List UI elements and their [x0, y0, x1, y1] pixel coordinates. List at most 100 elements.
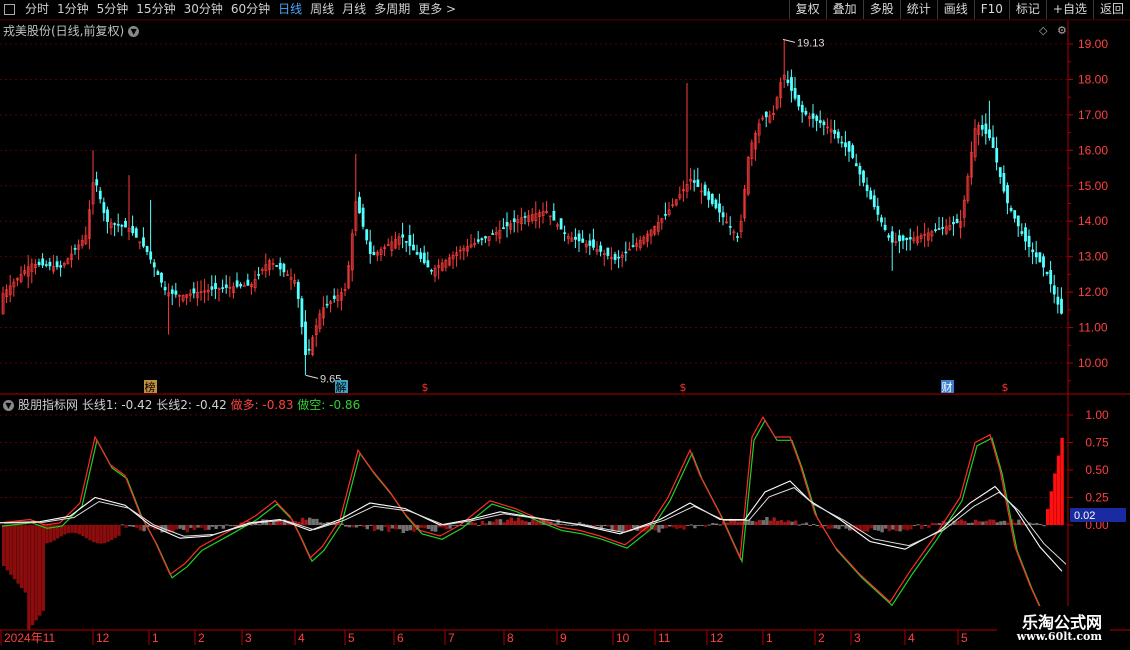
- candle-body: [1052, 285, 1056, 295]
- candle-body: [1027, 235, 1031, 248]
- histogram-bar: [390, 525, 395, 529]
- chevron-down-icon[interactable]: ▼: [3, 400, 14, 411]
- histogram-bar: [380, 525, 384, 531]
- histogram-bar: [970, 522, 974, 525]
- candle-body: [1002, 173, 1006, 192]
- candle-body: [1031, 249, 1035, 253]
- histogram-bar: [999, 521, 1003, 525]
- candle-body: [905, 237, 909, 241]
- x-axis-label: 1: [766, 631, 773, 645]
- histogram-bar: [603, 525, 607, 527]
- histogram-bar: [257, 524, 261, 526]
- histogram-bar: [344, 525, 348, 527]
- histogram-bar: [102, 525, 107, 544]
- histogram-bar: [426, 525, 431, 529]
- candle-body: [102, 202, 106, 214]
- histogram-bar: [880, 525, 884, 533]
- candle-body: [872, 195, 876, 208]
- histogram-bar: [696, 525, 701, 527]
- candle-body: [1006, 185, 1009, 204]
- candle-body: [304, 321, 307, 356]
- candle-body: [991, 137, 995, 149]
- candle-body: [941, 227, 945, 229]
- candle-body: [887, 235, 891, 238]
- candle-body: [523, 216, 527, 218]
- candle-body: [156, 271, 160, 275]
- price-tick-label: 16.00: [1078, 143, 1108, 157]
- candle-body: [980, 125, 984, 130]
- candle-body: [563, 232, 567, 234]
- candle-body: [876, 205, 880, 215]
- candle-body: [1038, 252, 1042, 263]
- event-marker: 财: [942, 380, 953, 394]
- histogram-bar: [786, 520, 791, 525]
- candle-body: [1013, 210, 1017, 219]
- candle-body: [552, 210, 556, 221]
- histogram-bar: [203, 525, 207, 531]
- indicator-name: 股朋指标网: [18, 398, 79, 412]
- candle-body: [833, 129, 837, 134]
- indicator-value: 做空: -0.86: [293, 398, 361, 412]
- candle-body: [840, 141, 844, 144]
- histogram-bar: [830, 525, 834, 529]
- candle-body: [239, 283, 243, 287]
- high-label: 19.13: [797, 37, 825, 49]
- candle-body: [422, 252, 426, 264]
- histogram-bar: [750, 520, 755, 525]
- x-axis-label: 10: [616, 631, 630, 645]
- histogram-bar: [207, 525, 211, 530]
- histogram-bar: [974, 519, 978, 525]
- histogram-bar: [185, 525, 189, 533]
- candle-body: [800, 104, 804, 113]
- histogram-bar: [27, 525, 31, 630]
- histogram-bar: [959, 519, 963, 525]
- candle-body: [300, 298, 304, 328]
- histogram-bar: [84, 525, 89, 539]
- candle-body: [862, 170, 865, 183]
- candle-body: [257, 274, 261, 276]
- candle-body: [934, 229, 937, 231]
- candle-body: [1024, 227, 1027, 242]
- candle-body: [1020, 231, 1024, 234]
- histogram-bar: [376, 525, 380, 530]
- x-axis-label: 3: [245, 631, 252, 645]
- candle-body: [242, 285, 246, 288]
- histogram-bar: [632, 525, 636, 529]
- candle-body: [559, 218, 563, 230]
- histogram-bar: [826, 525, 830, 529]
- x-axis-label: 12: [710, 631, 724, 645]
- candle-body: [574, 236, 577, 240]
- candle-body: [995, 147, 999, 163]
- histogram-bar: [99, 525, 103, 544]
- price-tick-label: 12.00: [1078, 285, 1108, 299]
- histogram-bar: [1013, 522, 1017, 525]
- histogram-bar: [210, 525, 215, 527]
- candle-body: [988, 129, 991, 139]
- histogram-bar: [430, 525, 434, 532]
- histogram-bar: [671, 525, 675, 528]
- histogram-bar: [5, 525, 9, 571]
- candle-body: [804, 110, 808, 115]
- histogram-bar: [513, 520, 517, 525]
- ind-tick-label: 0.75: [1085, 436, 1109, 450]
- histogram-bar: [66, 525, 71, 534]
- histogram-bar: [693, 525, 697, 529]
- histogram-bar: [315, 518, 319, 525]
- histogram-bar: [174, 525, 179, 530]
- candle-body: [898, 235, 901, 242]
- histogram-bar: [1056, 455, 1061, 525]
- histogram-bar: [988, 519, 992, 525]
- histogram-bar: [783, 521, 787, 525]
- candle-body: [797, 94, 801, 107]
- ind-tick-label: 1.00: [1085, 408, 1109, 422]
- histogram-bar: [232, 525, 236, 527]
- histogram-bar: [358, 525, 362, 526]
- histogram-bar: [452, 525, 456, 527]
- histogram-bar: [401, 525, 405, 534]
- histogram-bar: [801, 523, 805, 525]
- histogram-bar: [117, 525, 121, 536]
- candle-body: [1034, 252, 1038, 258]
- histogram-bar: [668, 525, 672, 527]
- candle-body: [714, 199, 718, 209]
- histogram-bar: [120, 524, 125, 526]
